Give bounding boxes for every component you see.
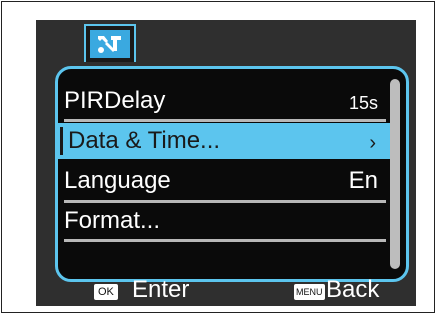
menu-item-pir-delay[interactable]: PIRDelay 15s [58, 83, 392, 119]
settings-tab[interactable] [84, 24, 136, 62]
wrench-settings-icon [98, 36, 121, 53]
menu-item-label: Language [64, 167, 171, 194]
enter-hint-label: Enter [132, 276, 190, 303]
settings-menu-panel: PIRDelay 15s Data & Time... › Language E… [55, 66, 409, 282]
button-hints: OK Enter MENU Back [36, 276, 416, 306]
menu-item-language[interactable]: Language En [58, 163, 392, 199]
menu-item-label: Data & Time... [68, 127, 221, 154]
menu-divider [64, 239, 386, 242]
menu-item-value: 15s [348, 93, 378, 113]
menu-item-label: Format... [64, 207, 161, 234]
menu-item-data-time[interactable]: Data & Time... › [58, 123, 392, 159]
menu-item-value: En [348, 167, 378, 194]
menu-key-badge: MENU [294, 284, 325, 300]
ok-key-badge: OK [94, 284, 118, 300]
menu-item-format[interactable]: Format... [58, 203, 392, 239]
back-hint-label: Back [326, 276, 380, 303]
selection-bracket [60, 127, 63, 155]
camera-screen: PIRDelay 15s Data & Time... › Language E… [36, 20, 416, 306]
chevron-right-icon: › [369, 132, 376, 154]
outer-frame: PIRDelay 15s Data & Time... › Language E… [1, 1, 435, 313]
settings-tab-highlight [90, 30, 130, 58]
menu-item-label: PIRDelay [64, 87, 166, 114]
menu-scrollbar[interactable] [390, 79, 400, 269]
menu-divider [64, 119, 386, 122]
